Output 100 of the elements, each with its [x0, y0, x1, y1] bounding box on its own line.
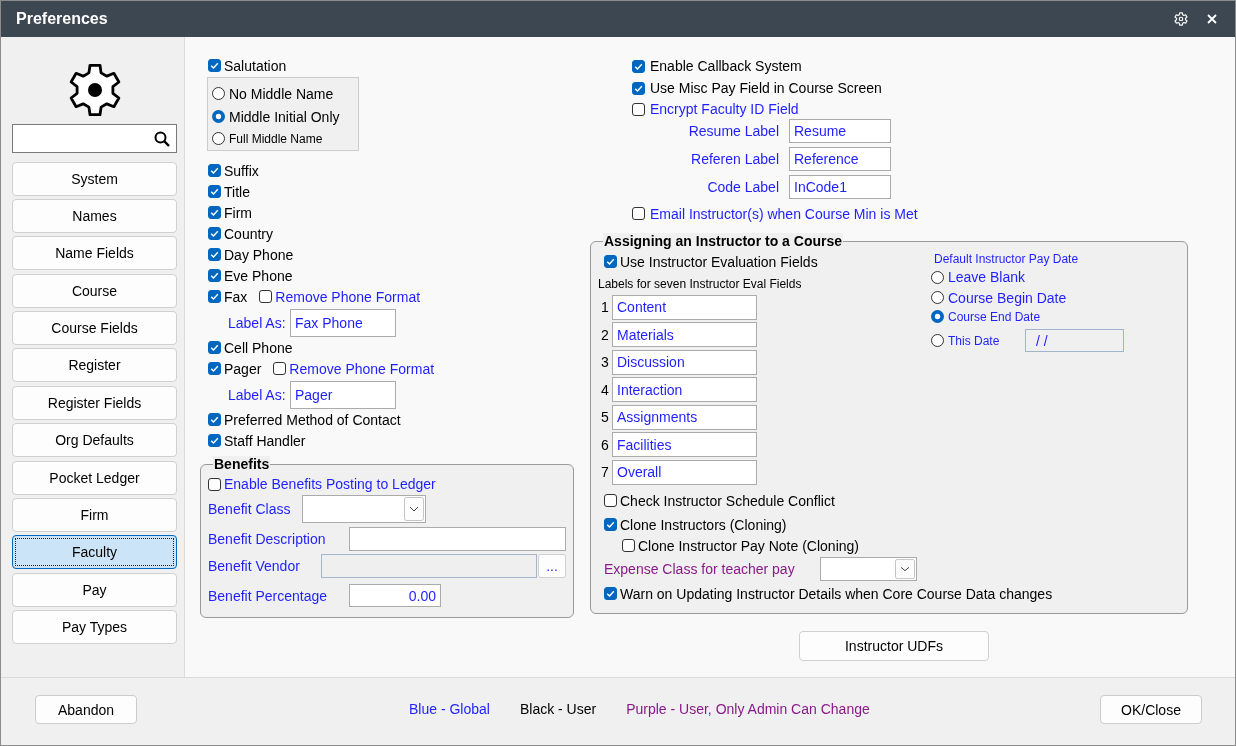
sidebar-item[interactable]: System — [12, 161, 177, 196]
text-field[interactable]: Facilities — [612, 432, 757, 457]
checkbox-label[interactable]: Warn on Updating Instructor Details when Core Course Data changes — [620, 585, 1053, 602]
checkbox[interactable] — [632, 59, 645, 73]
sidebar-item[interactable]: Pay — [12, 572, 177, 607]
radio-label[interactable]: Course End Date — [948, 309, 1041, 324]
checkbox-label[interactable]: Title — [224, 183, 250, 200]
sidebar-item[interactable]: Register Fields — [12, 385, 177, 420]
checkbox[interactable] — [273, 362, 287, 375]
text-field[interactable]: Materials — [612, 322, 757, 347]
checkbox-label[interactable]: Clone Instructor Pay Note (Cloning) — [638, 537, 859, 554]
text-field[interactable]: Discussion — [612, 349, 757, 375]
checkbox[interactable] — [208, 269, 221, 282]
checkbox-label[interactable]: Salutation — [224, 57, 287, 74]
close-icon[interactable] — [1207, 14, 1217, 24]
abandon-button[interactable]: Abandon — [35, 695, 137, 724]
sidebar-item[interactable]: Register — [12, 348, 177, 383]
ok-close-button[interactable]: OK/Close — [1100, 695, 1202, 724]
search-field[interactable] — [12, 124, 177, 153]
sidebar-item[interactable]: Firm — [12, 498, 177, 532]
checkbox-label[interactable]: Eve Phone — [224, 267, 293, 284]
checkbox[interactable] — [604, 518, 617, 531]
text-field[interactable]: InCode1 — [789, 175, 891, 199]
checkbox[interactable] — [208, 413, 221, 426]
radio-button[interactable] — [931, 291, 944, 304]
checkbox[interactable] — [208, 362, 221, 375]
radio-button[interactable] — [931, 270, 944, 284]
radio-label[interactable]: Leave Blank — [948, 269, 1026, 285]
sidebar-item[interactable]: Name Fields — [12, 236, 177, 271]
text-field[interactable]: Fax Phone — [290, 309, 396, 337]
checkbox-label[interactable]: Enable Benefits Posting to Ledger — [224, 476, 436, 492]
text-field[interactable] — [349, 527, 566, 551]
text-field[interactable]: Overall — [612, 459, 757, 485]
instructor-udfs-button[interactable]: Instructor UDFs — [799, 630, 989, 661]
checkbox-label[interactable]: Email Instructor(s) when Course Min is Met — [650, 205, 918, 222]
sidebar-item[interactable]: Pay Types — [12, 610, 177, 645]
sidebar-item[interactable]: Org Defaults — [12, 423, 177, 458]
date-field[interactable]: / / — [1025, 329, 1124, 352]
checkbox-label[interactable]: Preferred Method of Contact — [224, 411, 401, 428]
checkbox[interactable] — [208, 341, 221, 354]
checkbox[interactable] — [632, 102, 645, 116]
text-field[interactable]: Reference — [789, 147, 891, 171]
checkbox-label[interactable]: Day Phone — [224, 246, 294, 263]
checkbox[interactable] — [259, 290, 273, 303]
checkbox[interactable] — [622, 539, 635, 552]
checkbox-label[interactable]: Use Instructor Evaluation Fields — [620, 253, 818, 270]
checkbox[interactable] — [208, 227, 221, 240]
checkbox-label[interactable]: Remove Phone Format — [289, 360, 435, 377]
text-field[interactable]: Assignments — [612, 404, 757, 430]
checkbox-label[interactable]: Cell Phone — [224, 339, 293, 356]
radio-label[interactable]: Course Begin Date — [948, 289, 1067, 306]
text-field[interactable]: Interaction — [612, 377, 757, 402]
checkbox[interactable] — [604, 255, 617, 268]
radio-button[interactable] — [931, 334, 944, 347]
radio-label[interactable]: This Date — [948, 333, 1025, 348]
settings-icon[interactable] — [1174, 12, 1188, 26]
radio-button[interactable] — [931, 310, 944, 323]
checkbox[interactable] — [208, 434, 221, 447]
chevron-down-icon — [404, 497, 424, 521]
radio-button[interactable] — [212, 87, 225, 100]
radio-label[interactable]: No Middle Name — [229, 85, 334, 102]
checkbox-label[interactable]: Encrypt Faculty ID Field — [650, 101, 799, 117]
checkbox-label[interactable]: Enable Callback System — [650, 58, 802, 74]
radio-button[interactable] — [212, 110, 225, 123]
sidebar-item[interactable]: Course — [12, 273, 177, 308]
checkbox[interactable] — [208, 185, 221, 198]
checkbox[interactable] — [208, 290, 221, 303]
checkbox[interactable] — [208, 477, 221, 491]
checkbox-label[interactable]: Fax — [224, 288, 248, 305]
checkbox-label[interactable]: Remove Phone Format — [275, 288, 421, 305]
field-label: Benefit Percentage — [208, 587, 329, 604]
caption: Labels for seven Instructor Eval Fields — [598, 275, 803, 293]
checkbox[interactable] — [604, 494, 617, 507]
checkbox-label[interactable]: Firm — [224, 204, 252, 221]
checkbox-label[interactable]: Suffix — [224, 162, 259, 179]
checkbox[interactable] — [632, 81, 645, 95]
checkbox[interactable] — [632, 207, 645, 220]
radio-button[interactable] — [212, 132, 225, 145]
checkbox[interactable] — [604, 587, 617, 600]
checkbox-label[interactable]: Staff Handler — [224, 432, 306, 449]
text-field[interactable]: Pager — [290, 381, 396, 409]
checkbox-label[interactable]: Check Instructor Schedule Conflict — [620, 492, 835, 509]
sidebar-item[interactable]: Names — [12, 198, 177, 233]
checkbox[interactable] — [208, 59, 221, 72]
checkbox-label[interactable]: Clone Instructors (Cloning) — [620, 516, 787, 533]
sidebar-item[interactable]: Course Fields — [12, 311, 177, 346]
radio-label[interactable]: Full Middle Name — [229, 131, 323, 146]
sidebar-item[interactable]: Pocket Ledger — [12, 460, 177, 495]
sidebar-item[interactable]: Faculty — [12, 535, 177, 570]
checkbox[interactable] — [208, 206, 221, 219]
text-field[interactable]: Resume — [789, 119, 891, 143]
checkbox[interactable] — [208, 164, 221, 177]
checkbox-label[interactable]: Country — [224, 225, 274, 242]
number-field[interactable]: 0.00 — [349, 584, 441, 607]
field-label: Benefit Class — [208, 501, 292, 517]
checkbox[interactable] — [208, 248, 221, 261]
text-field[interactable]: Content — [612, 294, 757, 320]
checkbox-label[interactable]: Use Misc Pay Field in Course Screen — [650, 80, 882, 96]
checkbox-label[interactable]: Pager — [224, 360, 262, 377]
radio-label[interactable]: Middle Initial Only — [229, 108, 340, 125]
